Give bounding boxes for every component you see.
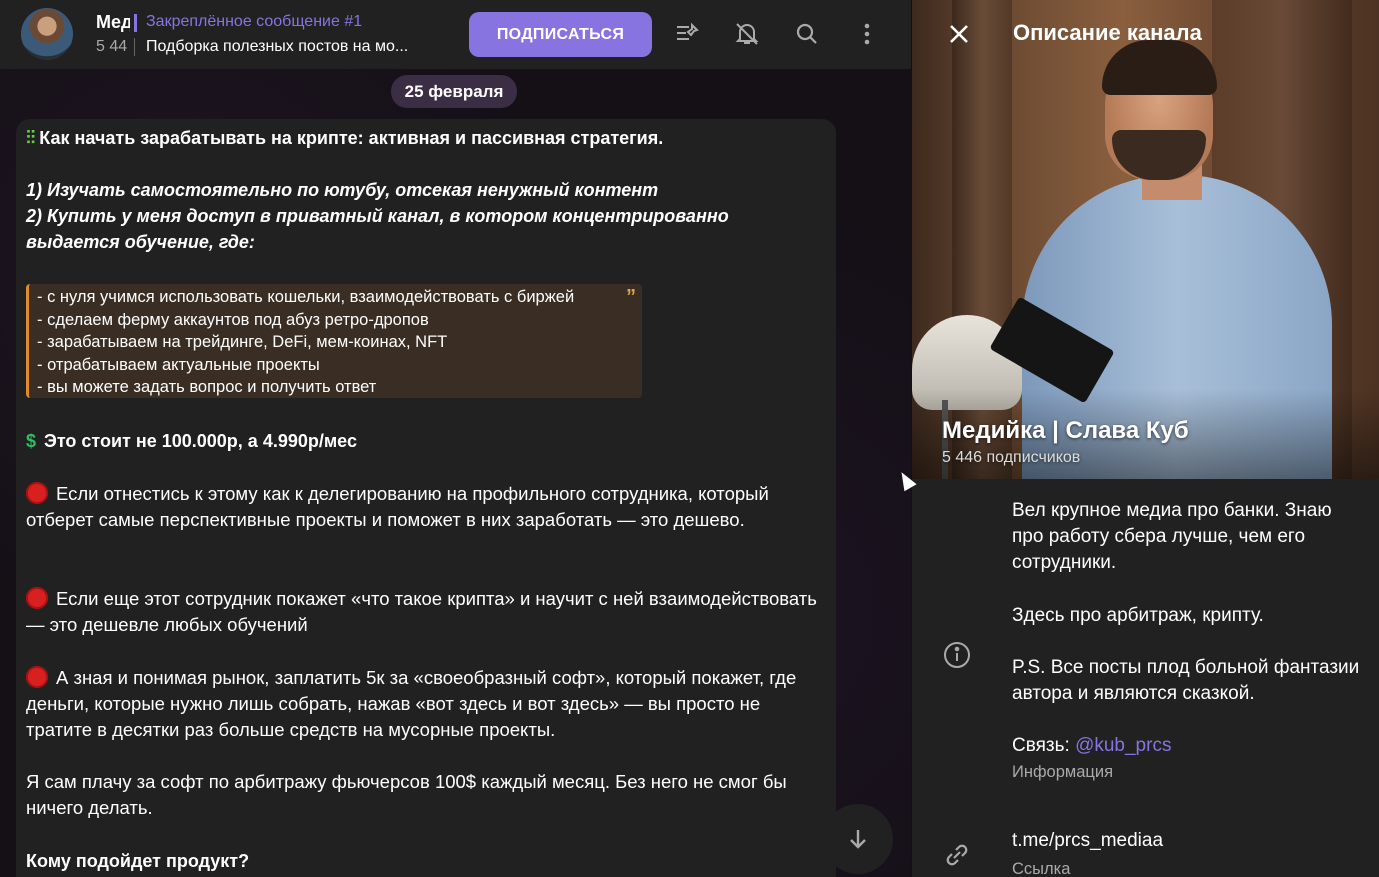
message-step-1: 1) Изучать самостоятельно по ютубу, отсе… [26, 180, 659, 200]
channel-subscribers: 5 44 [96, 38, 128, 55]
description-line-1: Вел крупное медиа про банки. Знаю про ра… [1012, 500, 1332, 574]
paragraph-4: Я сам плачу за софт по арбитражу фьючерс… [26, 771, 787, 818]
chat-header: Медийка | Слава Куб 5 44 Закреплённое со… [0, 0, 911, 69]
message-headline: Как начать зарабатывать на крипте: актив… [39, 128, 664, 148]
panel-title: Описание канала [1013, 20, 1202, 45]
channel-avatar[interactable] [21, 8, 73, 60]
paragraph-1-text: Если отнестись к этому как к делегирован… [26, 483, 769, 530]
arrow-down-icon [850, 830, 866, 849]
mute-bell-icon[interactable] [733, 20, 761, 48]
message-bubble[interactable]: ⫶⫶ Как начать зарабатывать на крипте: акт… [16, 119, 836, 877]
pinned-message-title[interactable]: Закреплённое сообщение #1 [146, 13, 362, 31]
paragraph-1: Если отнестись к этому как к делегирован… [26, 481, 826, 533]
quote-block: ” - с нуля учимся использовать кошельки,… [26, 284, 642, 398]
link-icon [942, 840, 972, 870]
description-line-2: Здесь про арбитраж, крипту. [1012, 604, 1264, 626]
pinned-message-text[interactable]: Подборка полезных постов на мо... [146, 38, 446, 56]
scroll-down-button[interactable] [823, 804, 893, 874]
channel-photo[interactable]: Описание канала Медийка | Слава Куб 5 44… [912, 0, 1379, 479]
quote-line: - с нуля учимся использовать кошельки, в… [37, 288, 575, 306]
channel-title[interactable]: Медийка | Слава Куб [96, 12, 130, 33]
message-headline-row: ⫶⫶ Как начать зарабатывать на крипте: акт… [26, 125, 826, 151]
paragraph-3-text: А зная и понимая рынок, заплатить 5к за … [26, 667, 797, 740]
pinned-list-icon[interactable] [673, 20, 701, 48]
contact-row: Связь: @kub_prcs [1012, 733, 1362, 759]
quote-line: - сделаем ферму аккаунтов под абуз ретро… [37, 310, 429, 329]
search-icon[interactable] [793, 20, 821, 48]
red-circle-emoji-icon [26, 666, 48, 688]
panel-subscribers: 5 446 подписчиков [942, 449, 1081, 466]
channel-info-panel: Описание канала Медийка | Слава Куб 5 44… [911, 0, 1379, 877]
chart-emoji-icon: ⫶⫶ [26, 127, 36, 148]
contact-link[interactable]: @kub_prcs [1075, 735, 1171, 756]
red-circle-emoji-icon [26, 587, 48, 609]
pinned-indicator [134, 14, 137, 32]
price-text: Это стоит не 100.000р, а 4.990р/мес [44, 431, 357, 451]
paragraph-3: А зная и понимая рынок, заплатить 5к за … [26, 665, 826, 743]
paragraph-5: Кому подойдет продукт? [26, 851, 250, 871]
photo-hair [1102, 40, 1217, 95]
info-label: Информация [1012, 763, 1114, 782]
channel-link[interactable]: t.me/prcs_mediaa [1012, 830, 1163, 852]
more-options-icon[interactable] [853, 20, 881, 48]
info-icon [942, 640, 972, 670]
channel-description[interactable]: Вел крупное медиа про банки. Знаю про ра… [1012, 498, 1362, 786]
quote-line: - отрабатываем актуальные проекты [37, 355, 320, 374]
quote-icon: ” [626, 286, 636, 308]
subscribe-button[interactable]: ПОДПИСАТЬСЯ [469, 12, 652, 57]
pinned-indicator-secondary [134, 38, 135, 56]
price-row: $ Это стоит не 100.000р, а 4.990р/мес [26, 428, 826, 454]
link-label: Ссылка [1012, 860, 1071, 877]
red-circle-emoji-icon [26, 482, 48, 504]
dollar-emoji-icon: $ [26, 431, 37, 451]
contact-prefix: Связь: [1012, 735, 1076, 757]
date-separator: 25 февраля [391, 75, 517, 108]
message-step-2: 2) Купить у меня доступ в приватный кана… [26, 206, 729, 252]
telegram-app: Медийка | Слава Куб 5 44 Закреплённое со… [0, 0, 1379, 877]
close-icon[interactable] [945, 20, 973, 48]
chat-area: Медийка | Слава Куб 5 44 Закреплённое со… [0, 0, 911, 877]
panel-channel-name: Медийка | Слава Куб [942, 417, 1189, 444]
quote-line: - вы можете задать вопрос и получить отв… [37, 378, 377, 396]
quote-line: - зарабатываем на трейдинге, DeFi, мем-к… [37, 333, 448, 351]
paragraph-2: Если еще этот сотрудник покажет «что так… [26, 586, 826, 638]
paragraph-2-text: Если еще этот сотрудник покажет «что так… [26, 588, 817, 635]
description-line-3: P.S. Все посты плод больной фантазии авт… [1012, 656, 1360, 705]
